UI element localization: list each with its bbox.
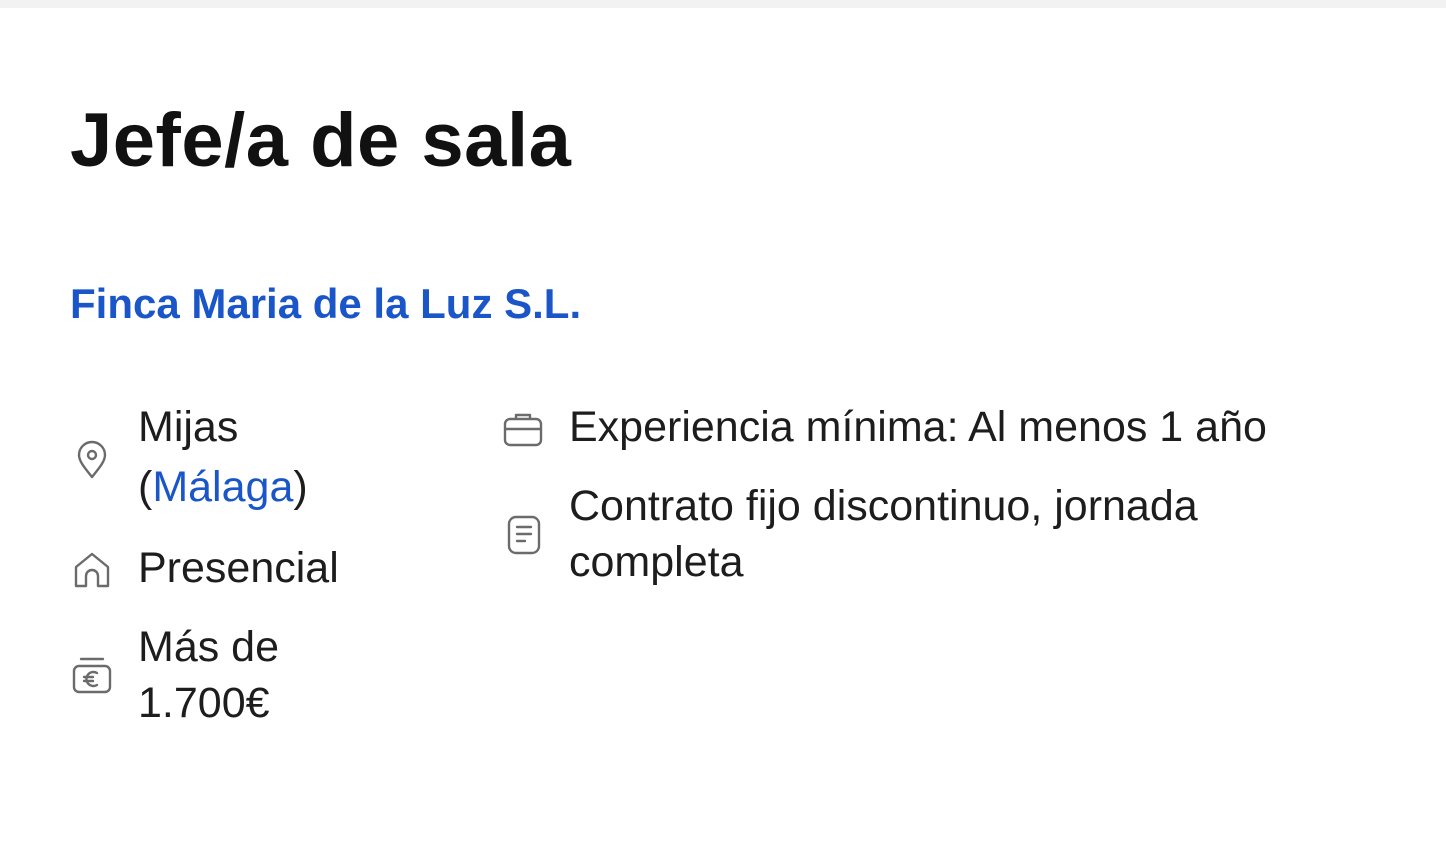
home-icon	[72, 550, 112, 590]
salary-line-1: Más de	[138, 623, 280, 671]
work-mode-text: Presencial	[138, 544, 339, 592]
province-link[interactable]: Málaga	[152, 463, 293, 511]
location-paren-close: )	[293, 463, 308, 511]
briefcase-icon	[503, 410, 543, 450]
top-divider-strip	[0, 0, 1446, 8]
job-title: Jefe/a de sala	[70, 98, 572, 183]
company-link[interactable]: Finca Maria de la Luz S.L.	[70, 278, 581, 330]
document-icon	[505, 515, 545, 555]
map-pin-icon	[72, 440, 112, 480]
experience-text: Experiencia mínima: Al menos 1 año	[569, 403, 1267, 451]
contract-line-2: completa	[569, 538, 744, 586]
euro-wallet-icon	[72, 656, 112, 696]
location-paren-open: (	[138, 463, 153, 511]
location-city: Mijas	[138, 403, 239, 451]
salary-line-2: 1.700€	[138, 679, 270, 727]
contract-line-1: Contrato fijo discontinuo, jornada	[569, 482, 1198, 530]
